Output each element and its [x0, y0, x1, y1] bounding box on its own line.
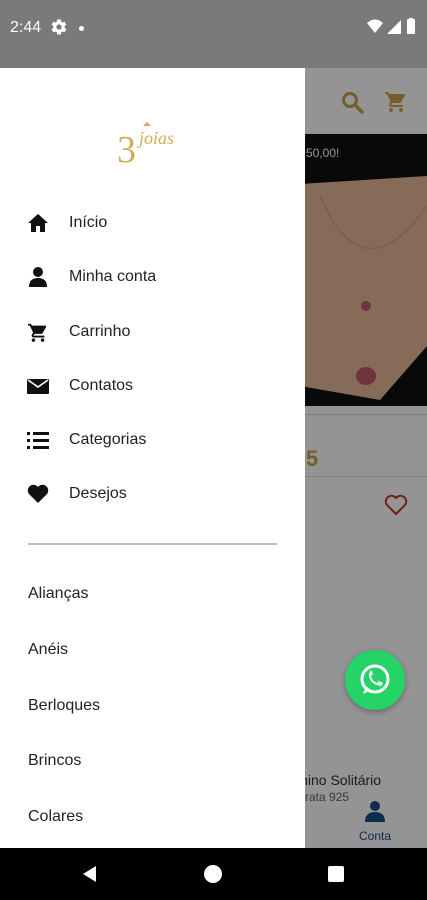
- back-icon[interactable]: [80, 864, 100, 884]
- system-status-icons: [367, 18, 415, 34]
- menu-item-label: Desejos: [69, 485, 127, 503]
- settings-icon: [51, 19, 67, 35]
- menu-item-desejos[interactable]: Desejos: [0, 467, 305, 521]
- menu-item-label: Minha conta: [69, 268, 157, 286]
- navigation-drawer: 3 joias Início Minha conta Carrinho Cont…: [0, 68, 305, 848]
- menu-item-categorias[interactable]: Categorias: [0, 413, 305, 467]
- drawer-menu: Início Minha conta Carrinho Contatos Cat…: [0, 196, 305, 522]
- category-label: Berloques: [28, 696, 101, 714]
- menu-item-carrinho[interactable]: Carrinho: [0, 305, 305, 359]
- status-time: 2:44: [10, 19, 42, 36]
- category-list: Alianças Anéis Berloques Brincos Colares: [0, 566, 305, 845]
- recents-button[interactable]: [328, 866, 344, 882]
- category-item-berloques[interactable]: Berloques: [0, 678, 305, 734]
- notification-dot: [79, 26, 84, 31]
- envelope-icon: [27, 378, 49, 394]
- menu-item-inicio[interactable]: Início: [0, 196, 305, 250]
- menu-item-contatos[interactable]: Contatos: [0, 359, 305, 413]
- menu-item-label: Categorias: [69, 431, 147, 449]
- menu-item-label: Contatos: [69, 376, 134, 394]
- category-item-aliancas[interactable]: Alianças: [0, 566, 305, 622]
- user-icon: [29, 267, 47, 288]
- home-button[interactable]: [204, 865, 222, 883]
- list-icon: [27, 432, 49, 450]
- whatsapp-button[interactable]: [345, 650, 405, 710]
- system-navigation-bar: [0, 848, 427, 900]
- whatsapp-icon: [360, 664, 390, 694]
- signal-icon: [387, 20, 401, 34]
- category-label: Colares: [28, 808, 84, 826]
- wifi-icon: [367, 19, 383, 33]
- category-item-aneis[interactable]: Anéis: [0, 622, 305, 678]
- category-label: Alianças: [28, 585, 89, 602]
- menu-item-label: Início: [69, 214, 108, 231]
- menu-item-label: Carrinho: [69, 322, 131, 340]
- status-bar: 2:44: [0, 0, 427, 68]
- svg-text:3: 3: [117, 129, 136, 168]
- battery-icon: [407, 19, 415, 34]
- svg-text:joias: joias: [137, 128, 174, 148]
- heart-icon: [27, 485, 49, 504]
- drawer-divider: [28, 543, 277, 545]
- home-icon: [28, 214, 48, 232]
- brand-logo: 3 joias: [117, 122, 174, 168]
- category-item-brincos[interactable]: Brincos: [0, 733, 305, 789]
- category-label: Brincos: [28, 752, 82, 770]
- category-item-colares[interactable]: Colares: [0, 789, 305, 845]
- cart-icon: [28, 323, 47, 342]
- menu-item-minha-conta[interactable]: Minha conta: [0, 250, 305, 304]
- category-label: Anéis: [28, 640, 69, 658]
